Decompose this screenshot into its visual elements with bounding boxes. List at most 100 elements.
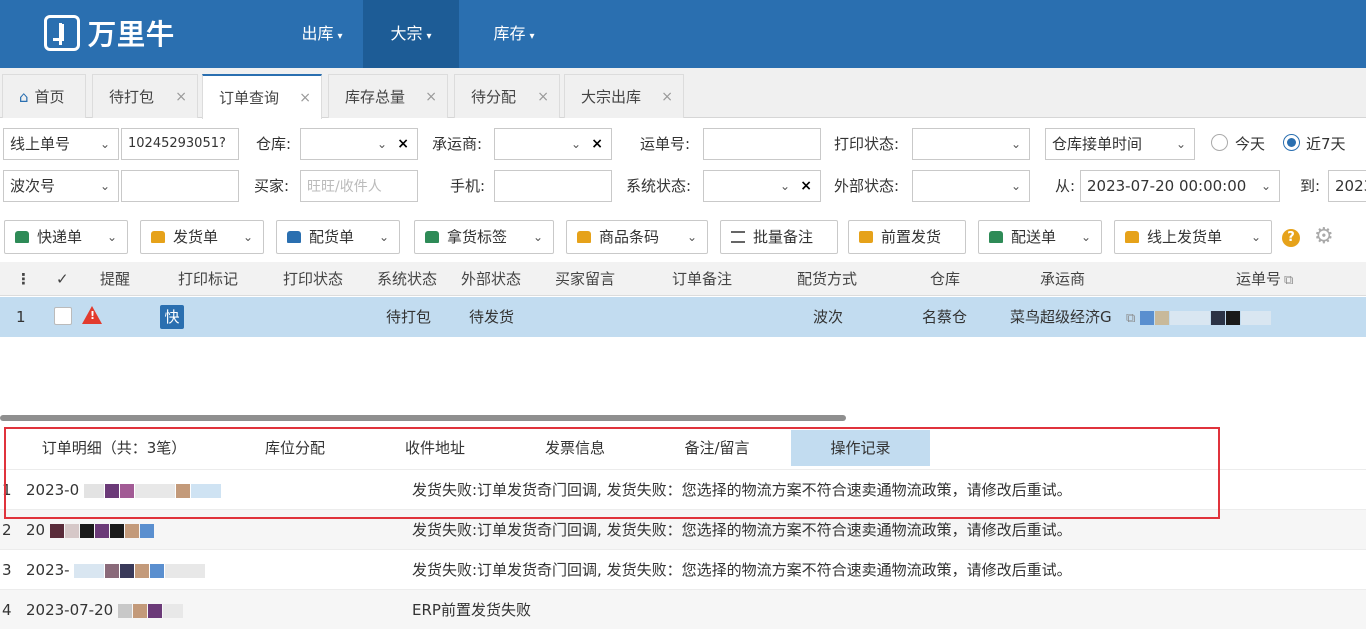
row-waybill-redacted: ⧉ <box>1126 297 1272 339</box>
log-row: 2 20 发货失败:订单发货奇门回调, 发货失败：您选择的物流方案不符合速卖通物… <box>0 509 1366 549</box>
picking-list-button[interactable]: 配货单 ⌄ <box>276 220 400 254</box>
col-reminder[interactable]: 提醒 <box>100 262 130 296</box>
tab-pending-pack[interactable]: 待打包 × <box>92 74 198 118</box>
nav-outbound[interactable]: 出库 ▾ <box>282 0 362 68</box>
col-external-status[interactable]: 外部状态 <box>461 262 521 296</box>
col-picking-method[interactable]: 配货方式 <box>797 262 857 296</box>
online-no-select[interactable]: 线上单号 ⌄ <box>3 128 119 160</box>
detail-tab-bar: 订单明细（共：3笔） 库位分配 收件地址 发票信息 备注/留言 操作记录 <box>0 430 1366 466</box>
close-icon[interactable]: × <box>661 75 673 119</box>
row-carrier: 菜鸟超级经济G <box>1010 308 1112 326</box>
nav-inventory[interactable]: 库存 ▾ <box>474 0 554 68</box>
tab-stock-total[interactable]: 库存总量 × <box>328 74 448 118</box>
row-external-status: 待发货 <box>469 308 515 326</box>
tab-location-allocation[interactable]: 库位分配 <box>240 430 350 466</box>
carrier-select[interactable]: ⌄ × <box>494 128 612 160</box>
barcode-button[interactable]: 商品条码 ⌄ <box>566 220 708 254</box>
batch-remark-button[interactable]: 批量备注 <box>720 220 838 254</box>
copy-icon[interactable]: ⧉ <box>1126 311 1135 326</box>
pre-ship-button[interactable]: 前置发货 <box>848 220 966 254</box>
log-num: 2 <box>2 521 12 539</box>
time-type-select[interactable]: 仓库接单时间 ⌄ <box>1045 128 1195 160</box>
col-print-mark[interactable]: 打印标记 <box>178 262 238 296</box>
close-icon[interactable]: × <box>425 75 437 119</box>
waybill-input[interactable] <box>703 128 821 160</box>
delivery-order-button[interactable]: 配送单 ⌄ <box>978 220 1102 254</box>
col-system-status[interactable]: 系统状态 <box>377 262 437 296</box>
chevron-down-icon: ⌄ <box>1260 179 1271 193</box>
top-nav-bar: 万里牛 出库 ▾ 大宗 ▾ 库存 ▾ <box>0 0 1366 68</box>
caret-down-icon: ▾ <box>426 31 432 42</box>
col-carrier[interactable]: 承运商 <box>1040 262 1085 296</box>
column-menu-icon[interactable]: ⋮ <box>16 262 31 296</box>
col-buyer-message[interactable]: 买家留言 <box>555 262 615 296</box>
col-print-status[interactable]: 打印状态 <box>283 262 343 296</box>
col-order-remark[interactable]: 订单备注 <box>672 262 732 296</box>
from-date-input[interactable]: 2023-07-20 00:00:00 ⌄ <box>1080 170 1280 202</box>
phone-input[interactable] <box>494 170 612 202</box>
help-icon[interactable]: ? <box>1282 229 1300 247</box>
chevron-down-icon: ⌄ <box>376 137 387 151</box>
buyer-input[interactable]: 旺旺/收件人 <box>300 170 418 202</box>
log-num: 3 <box>2 561 12 579</box>
warning-icon[interactable]: ! <box>82 306 102 324</box>
logo-icon <box>44 15 80 51</box>
system-status-select[interactable]: ⌄ × <box>703 170 821 202</box>
close-icon[interactable]: × <box>299 76 311 120</box>
print-status-select[interactable]: ⌄ <box>912 128 1030 160</box>
online-no-input[interactable]: 10245293051? <box>121 128 239 160</box>
close-icon[interactable]: × <box>537 75 549 119</box>
table-row[interactable]: 1 ! 快 待打包 待发货 波次 名蔡仓 菜鸟超级经济G ⧉ <box>0 297 1366 337</box>
tab-order-query[interactable]: 订单查询 × <box>202 74 322 119</box>
row-system-status: 待打包 <box>386 308 432 326</box>
log-date: 2023-07-20 <box>26 590 184 630</box>
chevron-down-icon: ⌄ <box>99 137 110 151</box>
tab-order-details[interactable]: 订单明细（共：3笔） <box>14 430 214 466</box>
external-status-select[interactable]: ⌄ <box>912 170 1030 202</box>
app-logo[interactable]: 万里牛 <box>44 14 175 52</box>
col-waybill[interactable]: 运单号 ⧉ <box>1236 262 1293 298</box>
chevron-down-icon: ⌄ <box>1250 230 1261 244</box>
chevron-down-icon: ⌄ <box>779 179 790 193</box>
to-date-input[interactable]: 2023 <box>1328 170 1366 202</box>
clear-icon[interactable]: × <box>591 129 603 159</box>
tab-remarks[interactable]: 备注/留言 <box>662 430 772 466</box>
log-date: 20 <box>26 510 155 550</box>
chevron-down-icon: ⌄ <box>686 230 697 244</box>
tab-home[interactable]: ⌂ 首页 <box>2 74 86 118</box>
wave-no-input[interactable] <box>121 170 239 202</box>
from-label: 从: <box>1055 177 1076 195</box>
home-icon: ⌂ <box>19 88 29 106</box>
truck-icon <box>859 231 873 243</box>
select-all-checkbox[interactable]: ✓ <box>56 262 69 296</box>
caret-down-icon: ▾ <box>337 31 343 42</box>
tab-invoice-info[interactable]: 发票信息 <box>520 430 630 466</box>
express-label-button[interactable]: 快递单 ⌄ <box>4 220 128 254</box>
radio-7days[interactable] <box>1283 134 1300 151</box>
clear-icon[interactable]: × <box>397 129 409 159</box>
waybill-label: 运单号: <box>640 135 691 153</box>
tab-bulk-outbound[interactable]: 大宗出库 × <box>564 74 684 118</box>
copy-icon[interactable]: ⧉ <box>1284 273 1293 288</box>
log-row: 3 2023- 发货失败:订单发货奇门回调, 发货失败：您选择的物流方案不符合速… <box>0 549 1366 589</box>
warehouse-select[interactable]: ⌄ × <box>300 128 418 160</box>
radio-today[interactable] <box>1211 134 1228 151</box>
row-index: 1 <box>16 308 26 326</box>
tab-pending-allocate[interactable]: 待分配 × <box>454 74 560 118</box>
pickup-tag-button[interactable]: 拿货标签 ⌄ <box>414 220 554 254</box>
tab-operation-log[interactable]: 操作记录 <box>791 430 930 466</box>
page-tab-bar: ⌂ 首页 待打包 × 订单查询 × 库存总量 × 待分配 × 大宗出库 × <box>0 68 1366 119</box>
chevron-down-icon: ⌄ <box>1010 179 1021 193</box>
to-label: 到: <box>1300 177 1321 195</box>
row-checkbox[interactable] <box>54 307 72 325</box>
close-icon[interactable]: × <box>175 75 187 119</box>
clear-icon[interactable]: × <box>800 171 812 201</box>
wave-no-select[interactable]: 波次号 ⌄ <box>3 170 119 202</box>
horizontal-scrollbar[interactable] <box>0 415 846 421</box>
col-warehouse[interactable]: 仓库 <box>930 262 960 296</box>
nav-bulk[interactable]: 大宗 ▾ <box>363 0 459 68</box>
gear-icon[interactable]: ⚙ <box>1314 225 1334 249</box>
online-delivery-note-button[interactable]: 线上发货单 ⌄ <box>1114 220 1272 254</box>
tab-shipping-address[interactable]: 收件地址 <box>380 430 490 466</box>
delivery-note-button[interactable]: 发货单 ⌄ <box>140 220 264 254</box>
